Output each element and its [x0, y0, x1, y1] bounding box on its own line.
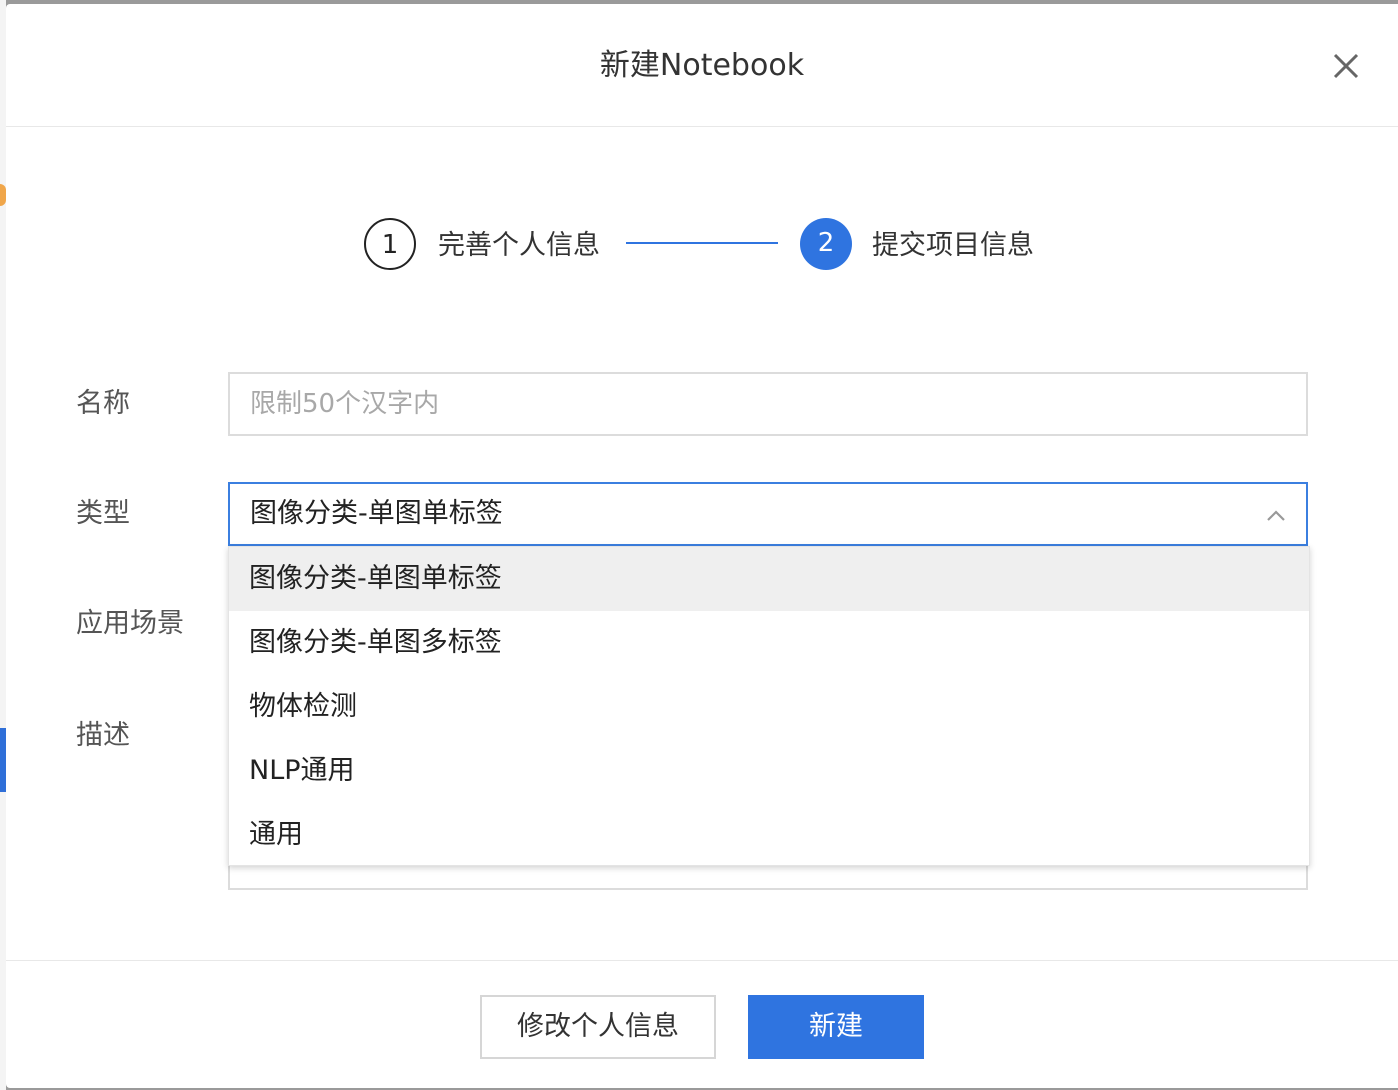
- type-option[interactable]: 通用: [229, 803, 1309, 867]
- step-1-label: 完善个人信息: [438, 230, 600, 261]
- type-dropdown-menu: 图像分类-单图单标签 图像分类-单图多标签 物体检测 NLP通用 通用: [228, 546, 1310, 866]
- description-label: 描述: [76, 720, 130, 751]
- name-label: 名称: [76, 388, 130, 419]
- scene-label: 应用场景: [76, 608, 184, 639]
- type-label: 类型: [76, 498, 130, 529]
- step-2-number: 2: [800, 218, 852, 270]
- dialog-title: 新建Notebook: [599, 48, 805, 83]
- description-textarea[interactable]: [228, 864, 1308, 890]
- close-button[interactable]: [1328, 48, 1364, 84]
- new-notebook-dialog: 新建Notebook 1 完善个人信息 2 提交项目信息 名称 类型 图像分类-…: [6, 4, 1398, 1088]
- type-option[interactable]: 图像分类-单图单标签: [229, 547, 1309, 611]
- edit-profile-button[interactable]: 修改个人信息: [480, 995, 716, 1059]
- type-option[interactable]: 物体检测: [229, 675, 1309, 739]
- type-option[interactable]: NLP通用: [229, 739, 1309, 803]
- type-selected-value: 图像分类-单图单标签: [250, 498, 503, 529]
- step-1-number: 1: [364, 218, 416, 270]
- step-2-label: 提交项目信息: [872, 230, 1034, 261]
- dialog-footer: 修改个人信息 新建: [6, 960, 1398, 1089]
- close-icon: [1333, 53, 1359, 79]
- step-connector: [626, 242, 778, 244]
- dialog-header: 新建Notebook: [6, 4, 1398, 127]
- type-select[interactable]: 图像分类-单图单标签: [228, 482, 1308, 546]
- create-button[interactable]: 新建: [748, 995, 924, 1059]
- name-input[interactable]: [228, 372, 1308, 436]
- type-option[interactable]: 图像分类-单图多标签: [229, 611, 1309, 675]
- chevron-up-icon: [1267, 510, 1285, 521]
